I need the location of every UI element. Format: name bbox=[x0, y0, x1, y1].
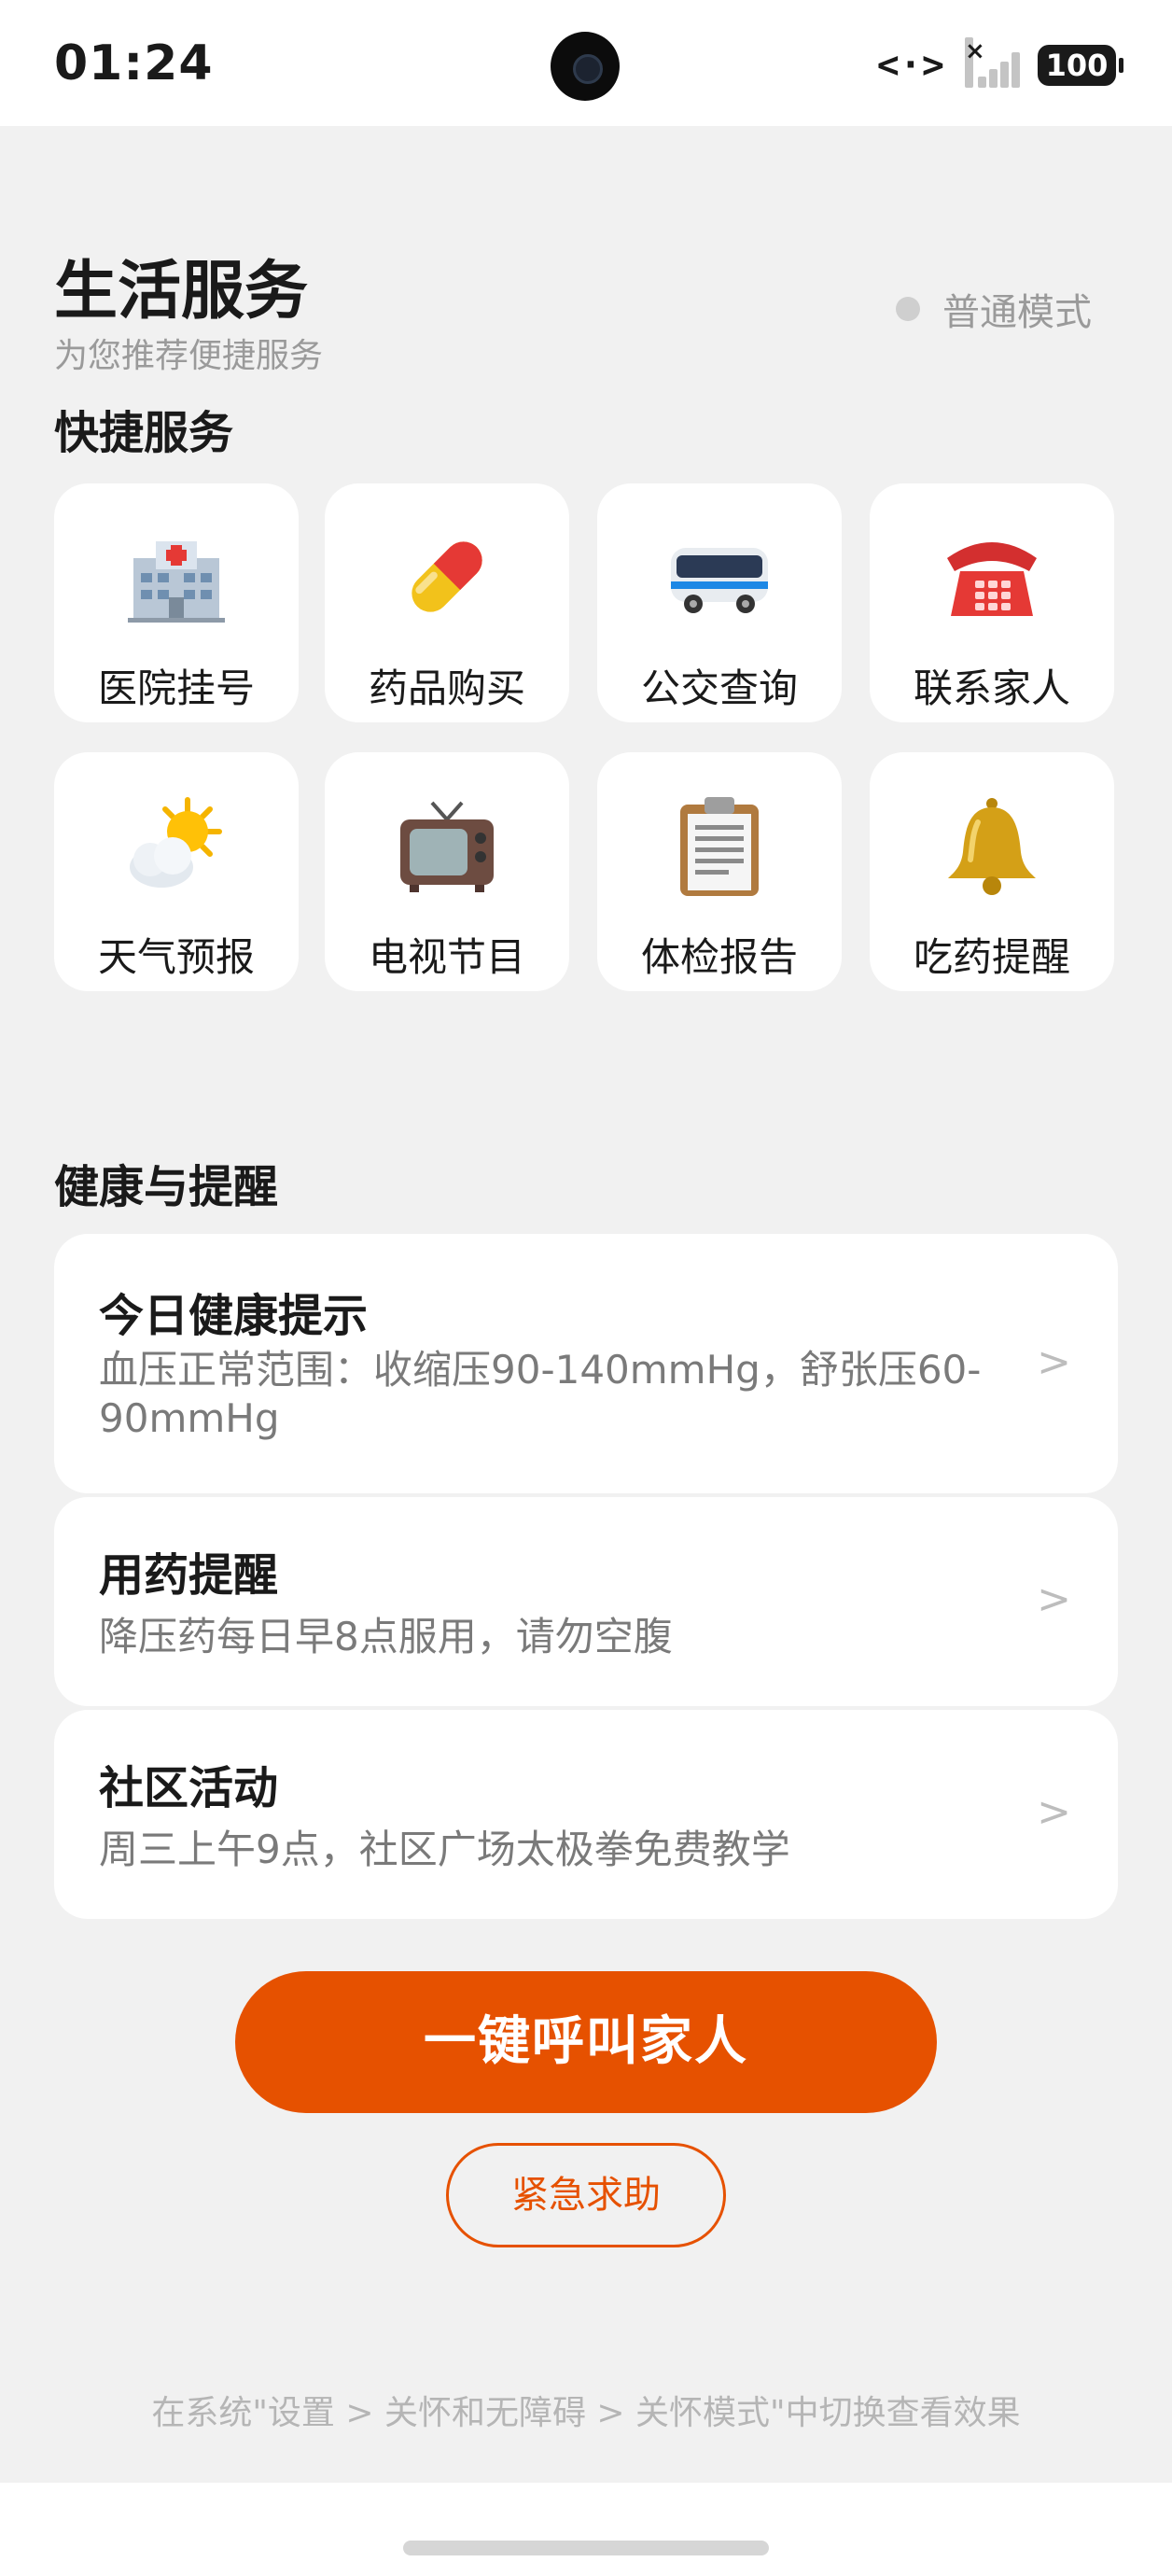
service-tile-medicine[interactable]: 药品购买 bbox=[325, 483, 569, 722]
service-tile-tv[interactable]: 电视节目 bbox=[325, 752, 569, 991]
mode-dot-icon bbox=[896, 297, 920, 321]
mode-label: 普通模式 bbox=[942, 291, 1092, 334]
home-indicator[interactable] bbox=[403, 2541, 769, 2555]
card-description: 血压正常范围：收缩压90-140mmHg，舒张压60-90mmHg bbox=[99, 1347, 982, 1441]
card-title: 今日健康提示 bbox=[99, 1290, 369, 1342]
quick-services-title: 快捷服务 bbox=[54, 407, 234, 459]
service-tile-weather[interactable]: 天气预报 bbox=[54, 752, 299, 991]
service-tile-checkup-report[interactable]: 体检报告 bbox=[597, 752, 842, 991]
service-label: 医院挂号 bbox=[97, 665, 255, 711]
pill-icon bbox=[391, 521, 503, 633]
service-tile-bus[interactable]: 公交查询 bbox=[597, 483, 842, 722]
service-tile-contact-family[interactable]: 联系家人 bbox=[870, 483, 1114, 722]
service-label: 天气预报 bbox=[97, 934, 255, 980]
service-tile-medicine-reminder[interactable]: 吃药提醒 bbox=[870, 752, 1114, 991]
tv-icon bbox=[391, 790, 503, 902]
service-label: 体检报告 bbox=[640, 934, 798, 980]
data-transfer-icon: <·> bbox=[876, 44, 944, 87]
weather-icon bbox=[120, 790, 232, 902]
call-family-button[interactable]: 一键呼叫家人 bbox=[235, 1971, 937, 2113]
card-title: 用药提醒 bbox=[99, 1549, 279, 1602]
bell-icon bbox=[936, 790, 1048, 902]
page-subtitle: 为您推荐便捷服务 bbox=[54, 337, 324, 375]
telephone-icon bbox=[936, 521, 1048, 633]
front-camera bbox=[551, 32, 620, 101]
chevron-right-icon: > bbox=[1037, 1575, 1071, 1623]
signal-icon: × bbox=[965, 37, 1025, 88]
service-label: 电视节目 bbox=[368, 934, 525, 980]
health-tip-card[interactable]: 今日健康提示 血压正常范围：收缩压90-140mmHg，舒张压60-90mmHg… bbox=[54, 1234, 1118, 1493]
navigation-bar bbox=[0, 2483, 1172, 2576]
service-label: 药品购买 bbox=[368, 665, 525, 711]
service-label: 吃药提醒 bbox=[913, 934, 1070, 980]
status-icons: <·> × 100 bbox=[876, 37, 1123, 91]
hospital-icon bbox=[120, 521, 232, 633]
bus-icon bbox=[663, 521, 775, 633]
status-bar: 01:24 <·> × 100 bbox=[0, 0, 1172, 126]
emergency-help-button[interactable]: 紧急求助 bbox=[446, 2143, 726, 2247]
chevron-right-icon: > bbox=[1037, 1788, 1071, 1836]
card-title: 社区活动 bbox=[99, 1762, 279, 1814]
footer-tip: 在系统"设置 > 关怀和无障碍 > 关怀模式"中切换查看效果 bbox=[151, 2394, 1021, 2432]
card-description: 周三上午9点，社区广场太极拳免费教学 bbox=[99, 1827, 790, 1872]
battery-icon: 100 bbox=[1038, 45, 1123, 86]
status-time: 01:24 bbox=[54, 35, 214, 91]
health-section-title: 健康与提醒 bbox=[54, 1161, 279, 1213]
community-activity-card[interactable]: 社区活动 周三上午9点，社区广场太极拳免费教学 > bbox=[54, 1710, 1118, 1919]
medication-reminder-card[interactable]: 用药提醒 降压药每日早8点服用，请勿空腹 > bbox=[54, 1497, 1118, 1706]
card-description: 降压药每日早8点服用，请勿空腹 bbox=[99, 1614, 673, 1659]
service-label: 公交查询 bbox=[640, 665, 798, 711]
clipboard-icon bbox=[663, 790, 775, 902]
chevron-right-icon: > bbox=[1037, 1338, 1071, 1386]
service-label: 联系家人 bbox=[913, 665, 1070, 711]
service-tile-hospital[interactable]: 医院挂号 bbox=[54, 483, 299, 722]
mode-indicator[interactable]: 普通模式 bbox=[896, 282, 1092, 336]
page-title: 生活服务 bbox=[54, 255, 309, 329]
